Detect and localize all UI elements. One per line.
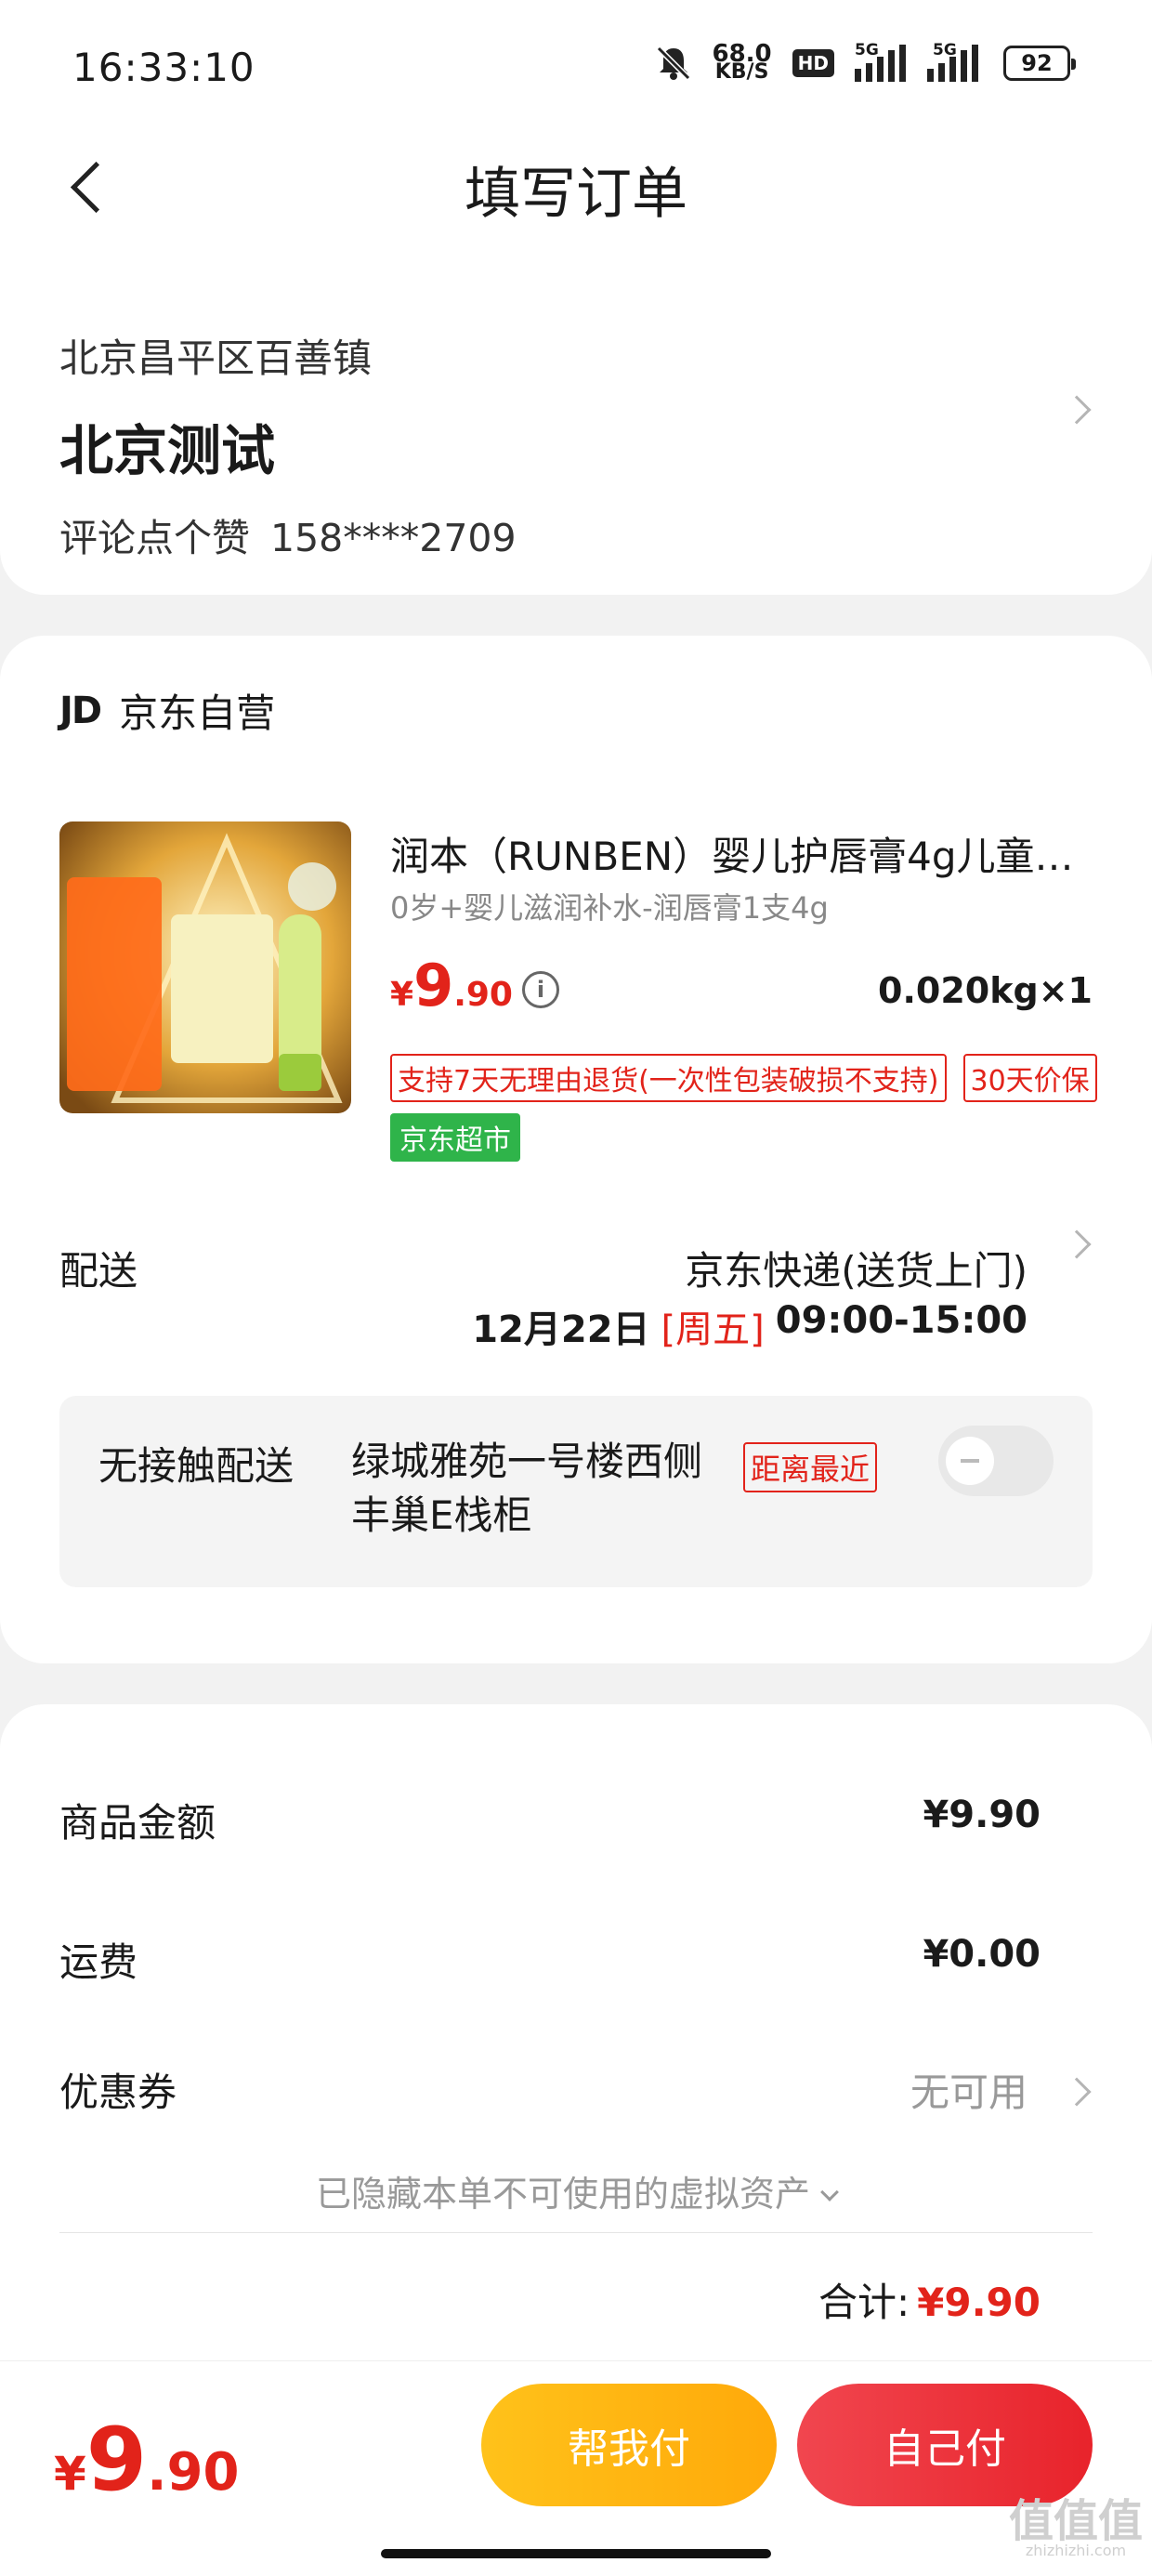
- page-title: 填写订单: [465, 162, 687, 227]
- signal-5g-icon-2: 5G: [927, 41, 983, 82]
- signal-5g-icon: 5G: [855, 41, 907, 82]
- return-tag: 支持7天无理由退货(一次性包装破损不支持): [390, 1054, 947, 1102]
- product-price: ¥9.90: [390, 952, 513, 1019]
- supermarket-tag: 京东超市: [390, 1113, 520, 1162]
- help-pay-button[interactable]: 帮我付: [481, 2384, 777, 2506]
- checkout-bar: ¥9.90 帮我付 自己付 值值值 zhizhizhi.com: [0, 2360, 1152, 2576]
- coupon-label[interactable]: 优惠券: [59, 2061, 177, 2118]
- divider: [59, 2232, 1093, 2233]
- pay-amount: ¥9.90: [54, 2410, 240, 2511]
- hidden-assets-toggle[interactable]: 已隐藏本单不可使用的虚拟资产: [0, 2165, 1152, 2216]
- service-tags: 支持7天无理由退货(一次性包装破损不支持) 30天价保: [390, 1054, 1097, 1102]
- locker-address: 绿城雅苑一号楼西侧丰巢E栈柜: [351, 1439, 703, 1538]
- delivery-time[interactable]: 12月22日 [周五] 09:00-15:00: [472, 1299, 1028, 1353]
- nearest-tag: 距离最近: [743, 1442, 878, 1492]
- shop-card: JD 京东自营 润本（RUNBEN）婴儿护唇膏4g儿童润唇膏 0岁+婴儿滋润补水…: [0, 636, 1152, 1663]
- product-weight-qty: 0.020kg×1: [878, 970, 1093, 1011]
- contact-phone: 158****2709: [270, 516, 517, 560]
- status-bar: 16:33:10 68.0 KB/S HD 5G 5G 92: [0, 0, 1152, 130]
- freight-label: 运费: [59, 1939, 138, 1985]
- coupon-value[interactable]: 无可用: [910, 2061, 1028, 2118]
- order-total: 合计: ¥9.90: [818, 2280, 1041, 2325]
- delivery-label: 配送: [59, 1248, 138, 1294]
- bell-muted-icon: [656, 46, 690, 81]
- battery-icon: 92: [1003, 46, 1076, 81]
- nav-bar: 填写订单: [0, 130, 1152, 242]
- contactless-label: 无接触配送: [98, 1443, 295, 1489]
- shop-header: JD 京东自营: [59, 682, 275, 739]
- shop-name: 京东自营: [119, 690, 276, 736]
- status-time: 16:33:10: [72, 45, 255, 90]
- status-icons: 68.0 KB/S HD 5G 5G 92: [655, 40, 1076, 84]
- contactless-toggle[interactable]: [938, 1426, 1054, 1496]
- address-card[interactable]: 北京昌平区百善镇 北京测试 评论点个赞 158****2709: [0, 242, 1152, 595]
- goods-amount-value: ¥9.90: [923, 1794, 1041, 1836]
- goods-amount-label: 商品金额: [59, 1800, 216, 1846]
- address-detail: 北京测试: [59, 419, 276, 482]
- freight-value: ¥0.00: [923, 1933, 1041, 1976]
- price-info-icon[interactable]: i: [522, 971, 559, 1008]
- chevron-down-icon: [820, 2183, 839, 2201]
- product-spec: 0岁+婴儿滋润补水-润唇膏1支4g: [390, 890, 829, 926]
- jd-logo-icon: JD: [59, 689, 102, 732]
- home-indicator[interactable]: [381, 2549, 771, 2558]
- self-pay-button[interactable]: 自己付: [797, 2384, 1093, 2506]
- address-contact: 评论点个赞 158****2709: [59, 506, 517, 562]
- contact-name: 评论点个赞: [59, 516, 250, 560]
- watermark: 值值值 zhizhizhi.com: [1008, 2495, 1143, 2559]
- product-title[interactable]: 润本（RUNBEN）婴儿护唇膏4g儿童润唇膏: [390, 825, 1096, 882]
- product-image[interactable]: [59, 821, 351, 1113]
- hd-icon: HD: [792, 49, 834, 77]
- price-protect-tag: 30天价保: [962, 1054, 1097, 1102]
- contactless-delivery: 无接触配送 绿城雅苑一号楼西侧丰巢E栈柜 距离最近: [59, 1396, 1093, 1587]
- net-speed: 68.0 KB/S: [712, 40, 772, 84]
- delivery-method[interactable]: 京东快递(送货上门): [685, 1240, 1028, 1296]
- address-region: 北京昌平区百善镇: [59, 335, 373, 381]
- fee-card: 商品金额 ¥9.90 运费 ¥0.00 优惠券 无可用 已隐藏本单不可使用的虚拟…: [0, 1704, 1152, 2373]
